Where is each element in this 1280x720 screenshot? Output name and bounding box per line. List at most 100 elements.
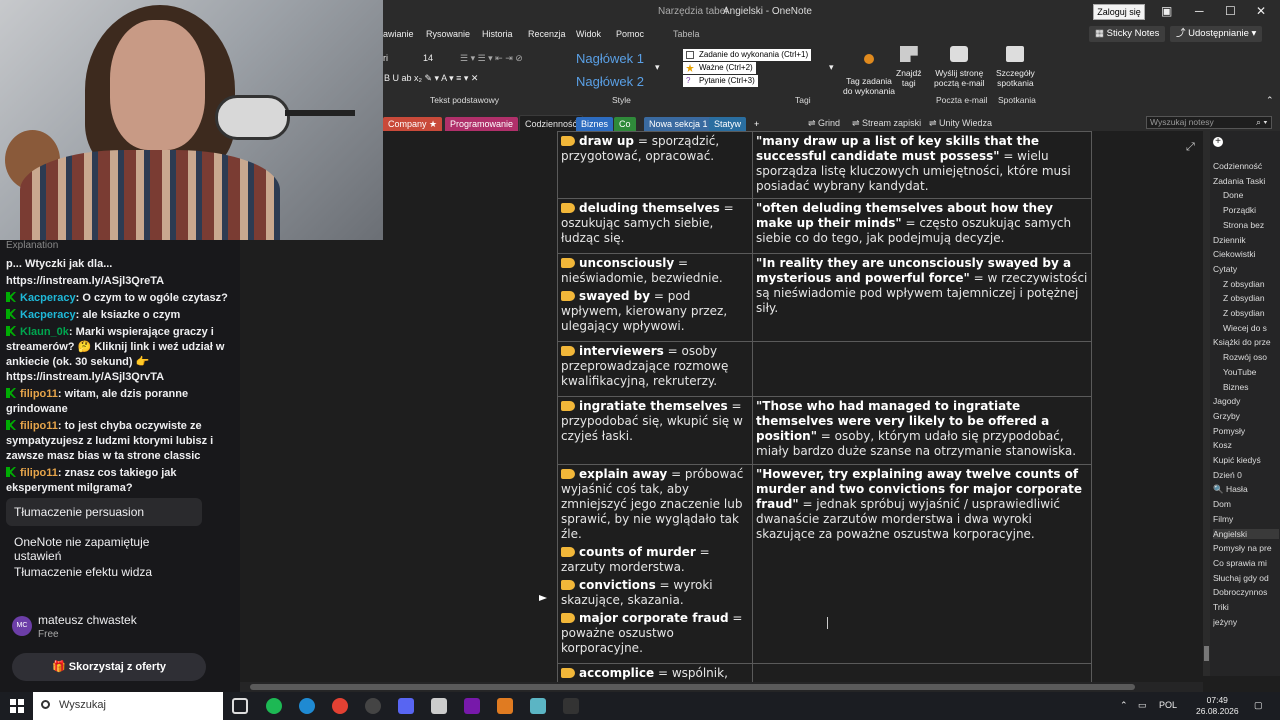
tab-history[interactable]: Historia [482,29,513,39]
page-item[interactable]: Codzienność [1213,161,1279,171]
expand-icon[interactable]: ⤢ [1186,141,1195,154]
section-tab[interactable]: Nowa sekcja 1 [644,117,713,131]
font-size-field[interactable]: 14 [423,53,433,63]
page-item[interactable]: Pomysły [1213,426,1279,436]
page-item[interactable]: Triki [1213,602,1279,612]
minimize-icon[interactable]: ─ [1195,4,1204,18]
offer-button[interactable]: 🎁 Skorzystaj z oferty [12,653,206,681]
list-controls[interactable]: ☰ ▾ ☰ ▾ ⇤ ⇥ ⊘ [460,53,523,64]
page-item[interactable]: Pomysły na pre [1213,543,1279,553]
conversation-item[interactable]: Tłumaczenie efektu widza [6,558,202,586]
windows-start-icon[interactable] [10,699,24,713]
tag-important[interactable]: Ważne (Ctrl+2) [683,62,756,74]
search-icon[interactable]: ⌕ ▾ [1256,117,1267,128]
page-item[interactable]: Dobroczynnos [1213,587,1279,597]
share-button[interactable]: ⤴ Udostępnianie ▾ [1170,26,1263,42]
horizontal-scrollbar[interactable] [240,682,1203,692]
page-item[interactable]: Kosz [1213,440,1279,450]
page-item[interactable]: Jagody [1213,396,1279,406]
chat-username[interactable]: Kacperacy [20,292,76,304]
page-item[interactable]: Co sprawia mi [1213,558,1279,568]
page-item[interactable]: Wiecej do s [1223,323,1280,333]
meeting-details-button[interactable]: Szczegóły spotkania [996,46,1035,88]
scroll-thumb[interactable] [1204,646,1209,661]
term-cell[interactable]: draw up = sporządzić, przygotować, oprac… [557,131,753,199]
section-tab[interactable]: Biznes [576,117,614,131]
quicklink-stream[interactable]: ⇌ Stream zapiski [852,118,921,129]
login-button[interactable]: Zaloguj się [1093,4,1145,20]
example-cell[interactable]: "many draw up a list of key skills that … [752,131,1092,199]
spotify-icon[interactable] [266,698,282,714]
maximize-icon[interactable]: ☐ [1225,4,1236,18]
example-cell[interactable]: "In reality they are unconsciously swaye… [752,253,1092,342]
section-tab[interactable]: Co [614,117,636,131]
page-item[interactable]: Rozwój oso [1223,352,1280,362]
page-item[interactable]: Ciekowistki [1213,249,1279,259]
sticky-notes-button[interactable]: ▦ Sticky Notes [1089,26,1166,42]
find-tags-button[interactable]: Znajdź tagi [896,46,922,88]
quicklink-unity[interactable]: ⇌ Unity Wiedza [929,118,992,129]
bold-underline-controls[interactable]: B U ab x₂ ✎ ▾ A ▾ ≡ ▾ ✕ [384,73,478,84]
tab-draw[interactable]: Rysowanie [426,29,470,39]
tray-overflow-icon[interactable]: ⌃ [1120,700,1128,711]
section-tab[interactable]: Statyw [709,117,747,131]
conversation-item[interactable]: Tłumaczenie persuasion [6,498,202,526]
tab-view[interactable]: Widok [576,29,601,39]
example-cell[interactable]: "However, try explaining away twelve cou… [752,464,1092,664]
section-tab[interactable]: Programowanie [445,117,519,131]
chat-username[interactable]: filipo11 [20,388,58,400]
scroll-thumb[interactable] [250,684,1135,690]
add-page-icon[interactable]: + [1213,137,1223,147]
lang-indicator[interactable]: POL [1159,700,1177,710]
style-heading-2[interactable]: Nagłówek 2 [572,72,650,92]
tag-todo-button[interactable]: Tag zadania do wykonania [843,46,895,96]
notifications-icon[interactable]: ▢ [1254,700,1263,711]
tags-more-icon[interactable]: ▾ [829,62,834,73]
page-item[interactable]: Dziennik [1213,235,1279,245]
page-item[interactable]: Dom [1213,499,1279,509]
close-icon[interactable]: ✕ [1256,4,1266,18]
page-item[interactable]: Książki do prze [1213,337,1279,347]
collapse-ribbon-icon[interactable]: ⌃ [1266,95,1274,106]
example-cell[interactable] [752,341,1092,397]
page-item[interactable]: Dzień 0 [1213,470,1279,480]
tab-home[interactable]: awianie [383,29,414,39]
font-name-field[interactable]: ri [383,53,388,63]
page-item[interactable]: Cytaty [1213,264,1279,274]
page-item[interactable]: Filmy [1213,514,1279,524]
page-item[interactable]: Z obsydian [1223,308,1280,318]
section-tab[interactable]: Company ★ [383,117,443,131]
app-dark-icon[interactable] [563,698,579,714]
tag-todo[interactable]: Zadanie do wykonania (Ctrl+1) [683,49,812,61]
taskbar-search-input[interactable]: Wyszukaj [33,692,223,720]
clock[interactable]: 07:49 26.08.2026 [1196,695,1239,717]
tag-question[interactable]: ? Pytanie (Ctrl+3) [683,75,758,87]
chat-username[interactable]: filipo11 [20,467,58,479]
page-item[interactable]: Strona bez [1223,220,1280,230]
ribbon-display-icon[interactable]: ▣ [1161,4,1172,18]
search-notebooks-input[interactable]: Wyszukaj notesy [1146,116,1272,129]
page-list-scrollbar[interactable] [1203,131,1210,676]
send-email-button[interactable]: Wyślij stronę pocztą e-mail [934,46,985,88]
tab-table[interactable]: Tabela [673,29,700,39]
page-item[interactable]: Porządki [1223,205,1280,215]
page-item[interactable]: Kupić kiedyś [1213,455,1279,465]
term-cell[interactable]: ingratiate themselves = przypodobać się,… [557,396,753,465]
page-item[interactable]: Z obsydian [1223,293,1280,303]
edge-icon[interactable] [299,698,315,714]
task-view-icon[interactable] [232,698,248,714]
chat-username[interactable]: filipo11 [20,420,58,432]
chat-username[interactable]: Klaun_0k [20,326,69,338]
conversation-item[interactable]: OneNote nie zapamiętuje ustawień [6,528,202,563]
app-orange-icon[interactable] [497,698,513,714]
page-item[interactable]: Grzyby [1213,411,1279,421]
app-teal-icon[interactable] [530,698,546,714]
discord-icon[interactable] [398,698,414,714]
page-item[interactable]: YouTube [1223,367,1280,377]
term-cell[interactable]: unconsciously = nieświadomie, bezwiednie… [557,253,753,342]
page-item[interactable]: Zadania Taski [1213,176,1279,186]
page-item[interactable]: 🔍 Hasła [1213,484,1279,495]
term-cell[interactable]: explain away = próbować wyjaśnić coś tak… [557,464,753,664]
example-cell[interactable]: "often deluding themselves about how the… [752,198,1092,254]
chrome-icon[interactable] [332,698,348,714]
